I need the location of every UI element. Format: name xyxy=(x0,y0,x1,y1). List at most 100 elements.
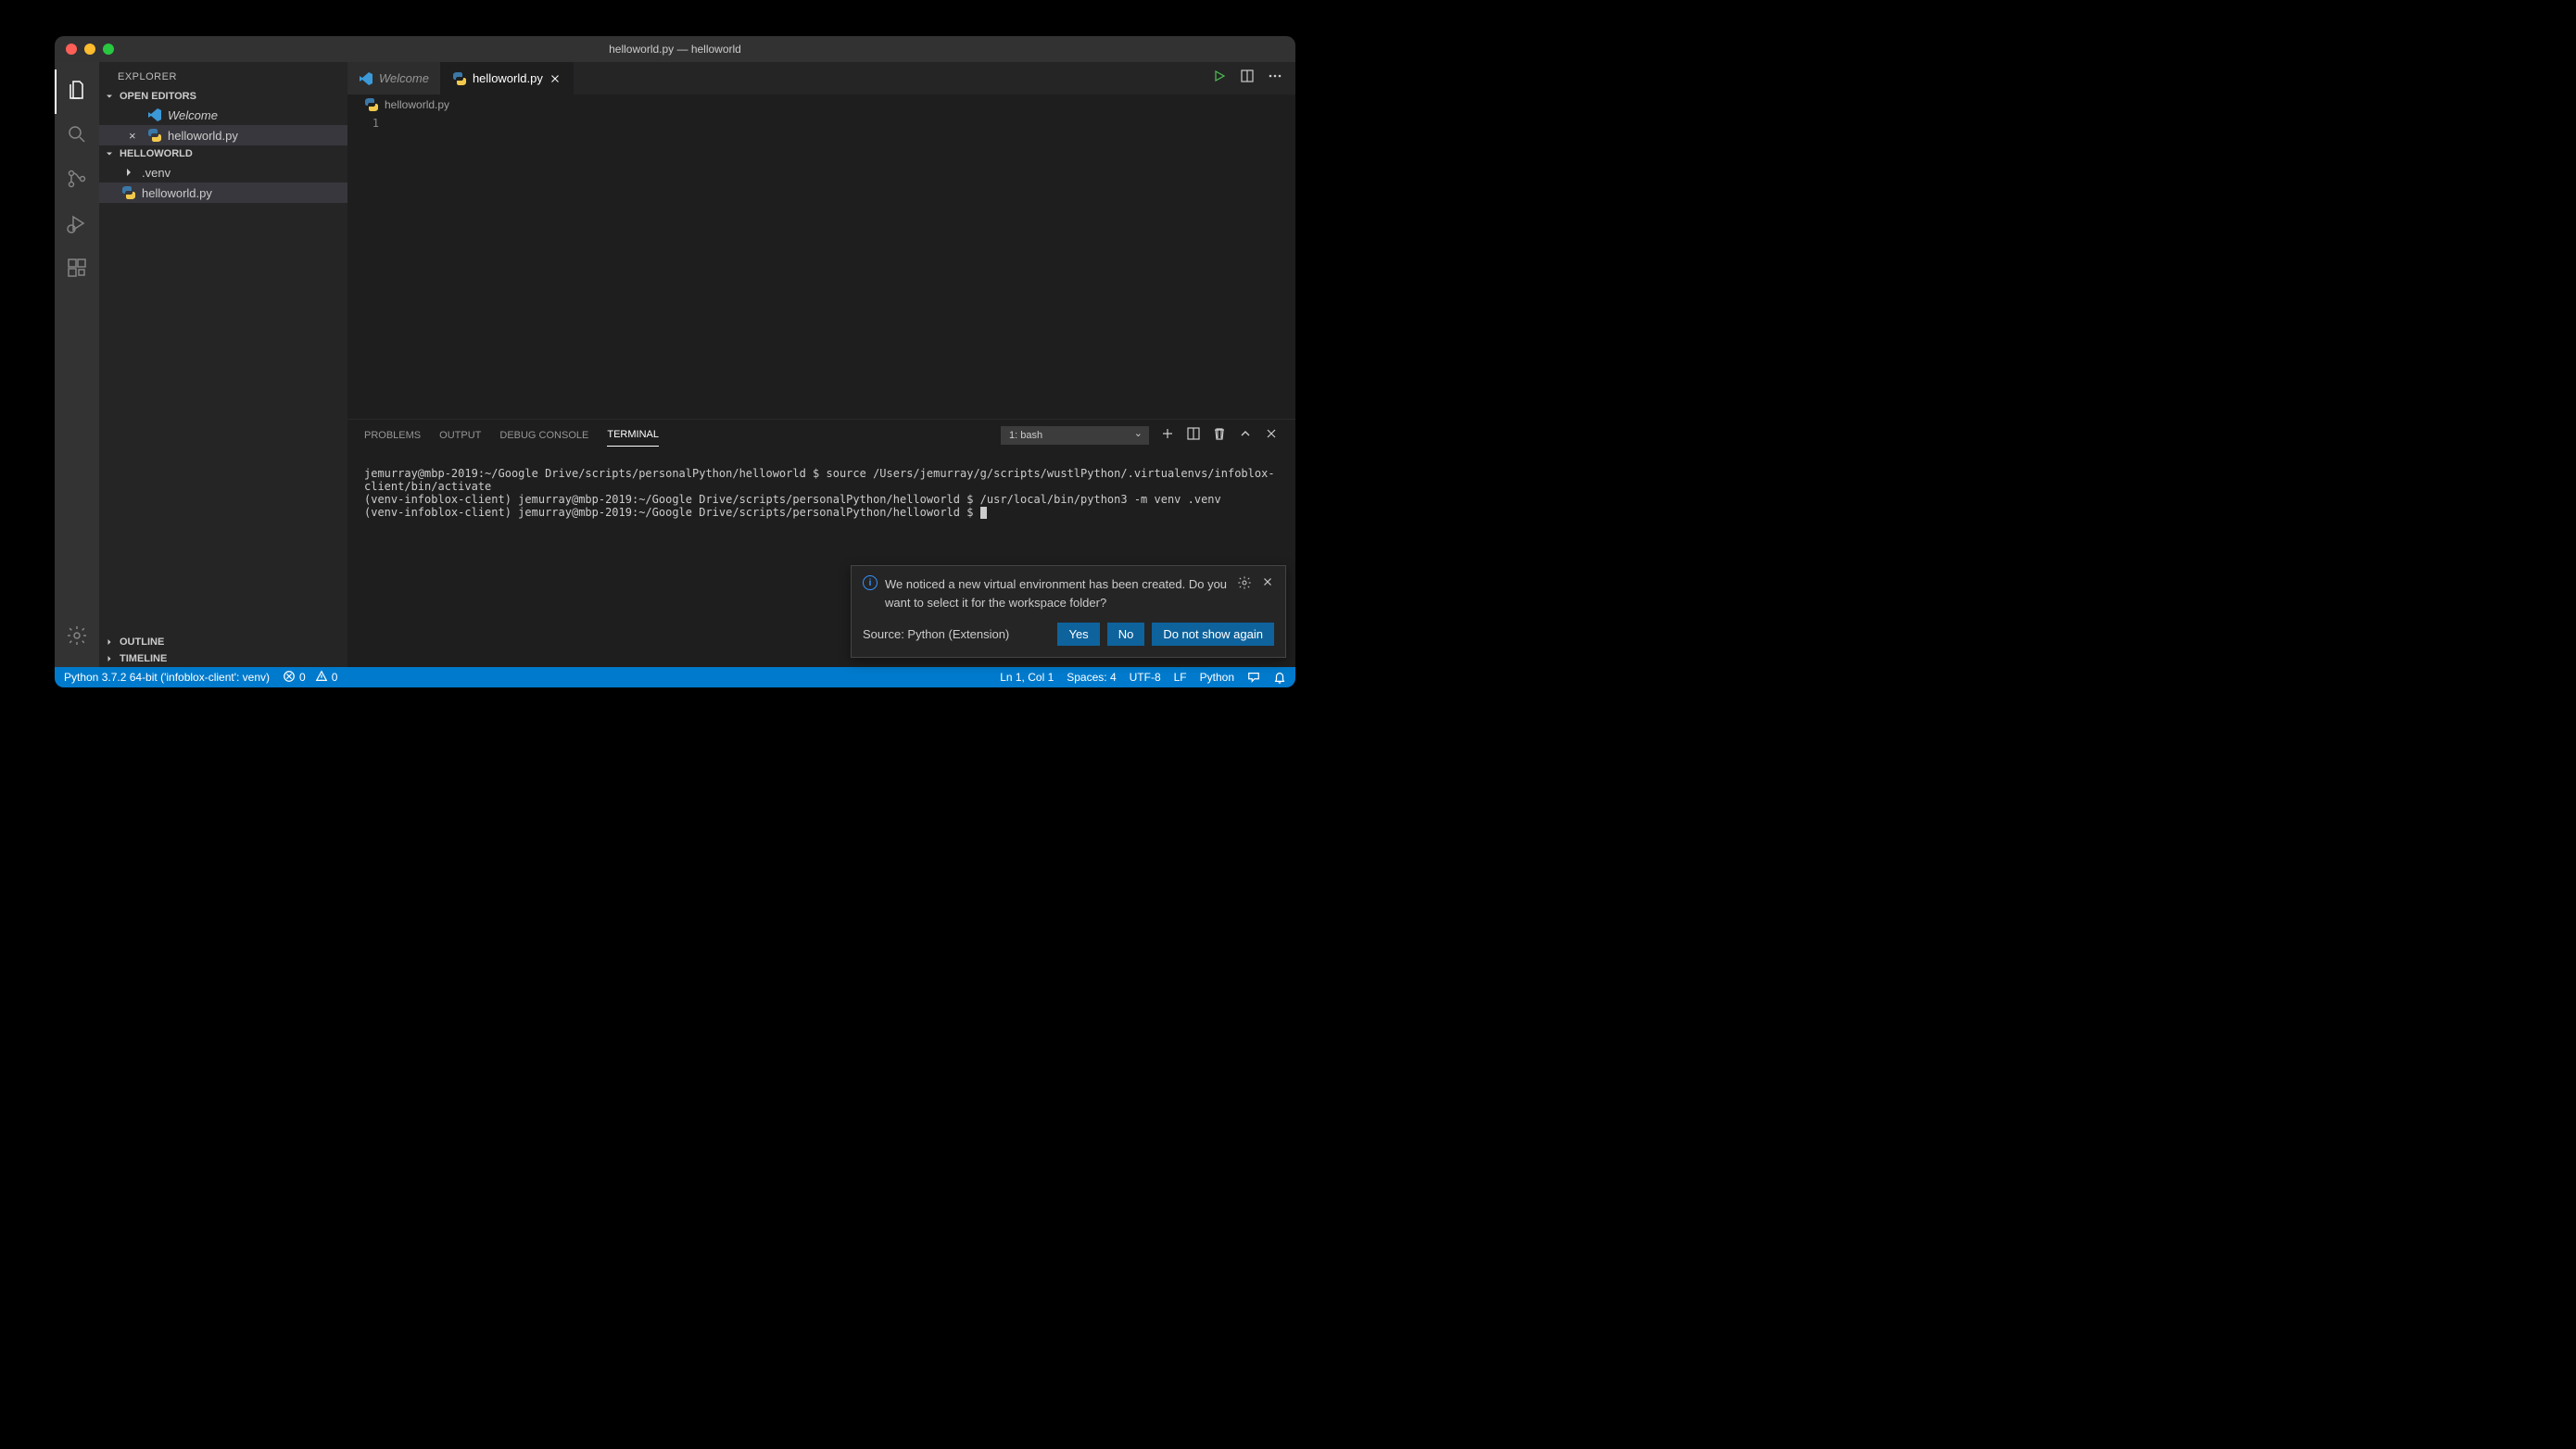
notification-no-button[interactable]: No xyxy=(1107,623,1145,646)
terminal-line: (venv-infoblox-client) jemurray@mbp-2019… xyxy=(364,493,1221,506)
terminal-select-label: 1: bash xyxy=(1009,430,1042,441)
terminal-cursor xyxy=(980,507,987,519)
run-button[interactable] xyxy=(1212,69,1227,88)
panel-tab-debug-console[interactable]: DEBUG CONSOLE xyxy=(499,424,588,447)
activity-debug[interactable] xyxy=(55,203,99,247)
info-icon: i xyxy=(863,575,878,590)
titlebar: helloworld.py — helloworld xyxy=(55,36,1295,62)
extensions-icon xyxy=(66,257,88,284)
new-terminal-button[interactable] xyxy=(1160,426,1175,444)
panel-tab-problems[interactable]: PROBLEMS xyxy=(364,424,421,447)
chevron-right-icon xyxy=(103,653,116,664)
breadcrumb-file: helloworld.py xyxy=(385,98,449,111)
file-label: helloworld.py xyxy=(142,186,212,200)
tab-helloworld[interactable]: helloworld.py xyxy=(441,62,574,94)
folder-label: .venv xyxy=(142,166,170,180)
chevron-down-icon xyxy=(103,91,116,102)
status-indentation[interactable]: Spaces: 4 xyxy=(1067,671,1116,684)
activity-explorer[interactable] xyxy=(55,69,99,114)
workspace-label: HELLOWORLD xyxy=(120,148,193,159)
editor-tabs: Welcome helloworld.py xyxy=(347,62,1295,94)
status-feedback-button[interactable] xyxy=(1247,671,1260,684)
status-python-interpreter[interactable]: Python 3.7.2 64-bit ('infoblox-client': … xyxy=(64,671,270,684)
notification-close-button[interactable] xyxy=(1261,575,1274,593)
error-count: 0 xyxy=(299,671,306,684)
activity-scm[interactable] xyxy=(55,158,99,203)
explorer-sidebar: EXPLORER OPEN EDITORS × Welcome × hel xyxy=(99,62,347,667)
terminal-select[interactable]: 1: bash xyxy=(1001,426,1149,445)
python-file-icon xyxy=(147,128,162,143)
panel-tab-terminal[interactable]: TERMINAL xyxy=(607,423,659,447)
gear-icon xyxy=(66,624,88,651)
status-eol[interactable]: LF xyxy=(1174,671,1187,684)
status-bar: Python 3.7.2 64-bit ('infoblox-client': … xyxy=(55,667,1295,687)
code-editor[interactable]: 1 xyxy=(347,115,1295,419)
chevron-right-icon xyxy=(103,636,116,648)
python-file-icon xyxy=(121,185,136,200)
outline-label: OUTLINE xyxy=(120,636,164,648)
close-icon[interactable]: × xyxy=(129,129,142,143)
tab-label: Welcome xyxy=(379,71,429,85)
notification-message: We noticed a new virtual environment has… xyxy=(885,575,1230,611)
split-editor-button[interactable] xyxy=(1240,69,1255,88)
more-actions-button[interactable] xyxy=(1268,69,1282,88)
status-problems[interactable]: 0 0 xyxy=(283,670,337,686)
panel-actions: 1: bash xyxy=(1001,426,1279,445)
activity-search[interactable] xyxy=(55,114,99,158)
status-language[interactable]: Python xyxy=(1200,671,1234,684)
notification-yes-button[interactable]: Yes xyxy=(1057,623,1099,646)
error-icon xyxy=(283,670,296,686)
tab-welcome[interactable]: Welcome xyxy=(347,62,441,94)
open-editors-label: OPEN EDITORS xyxy=(120,91,196,102)
line-number: 1 xyxy=(347,117,379,130)
traffic-lights xyxy=(55,44,114,55)
sidebar-title: EXPLORER xyxy=(99,62,347,88)
close-window-button[interactable] xyxy=(66,44,77,55)
files-icon xyxy=(67,79,89,106)
notification-source: Source: Python (Extension) xyxy=(863,627,1009,641)
status-cursor-position[interactable]: Ln 1, Col 1 xyxy=(1000,671,1054,684)
timeline-label: TIMELINE xyxy=(120,653,167,664)
workspace-header[interactable]: HELLOWORLD xyxy=(99,145,347,162)
editor-item-label: Welcome xyxy=(168,108,218,122)
open-editors-header[interactable]: OPEN EDITORS xyxy=(99,88,347,105)
source-control-icon xyxy=(66,168,88,195)
zoom-window-button[interactable] xyxy=(103,44,114,55)
warning-icon xyxy=(315,670,328,686)
close-icon[interactable] xyxy=(549,72,562,85)
chevron-down-icon xyxy=(103,148,116,159)
panel-tab-output[interactable]: OUTPUT xyxy=(439,424,481,447)
open-editor-welcome[interactable]: × Welcome xyxy=(99,105,347,125)
file-helloworld[interactable]: helloworld.py xyxy=(99,183,347,203)
maximize-panel-button[interactable] xyxy=(1238,426,1253,444)
activity-extensions[interactable] xyxy=(55,247,99,292)
code-content[interactable] xyxy=(394,115,1295,419)
window-title: helloworld.py — helloworld xyxy=(55,43,1295,56)
notification-settings-button[interactable] xyxy=(1237,575,1252,593)
activity-settings[interactable] xyxy=(55,615,99,660)
vscode-icon xyxy=(147,107,162,122)
warning-count: 0 xyxy=(332,671,338,684)
status-notifications-button[interactable] xyxy=(1273,671,1286,684)
minimize-window-button[interactable] xyxy=(84,44,95,55)
vscode-window: helloworld.py — helloworld xyxy=(55,36,1295,687)
terminal-line: (venv-infoblox-client) jemurray@mbp-2019… xyxy=(364,506,980,519)
search-icon xyxy=(66,123,88,150)
open-editor-helloworld[interactable]: × helloworld.py xyxy=(99,125,347,145)
tab-label: helloworld.py xyxy=(473,71,543,85)
close-panel-button[interactable] xyxy=(1264,426,1279,444)
folder-venv[interactable]: .venv xyxy=(99,162,347,183)
debug-icon xyxy=(66,212,88,239)
status-encoding[interactable]: UTF-8 xyxy=(1130,671,1161,684)
breadcrumbs[interactable]: helloworld.py xyxy=(347,94,1295,115)
outline-header[interactable]: OUTLINE xyxy=(99,634,347,650)
notification-never-button[interactable]: Do not show again xyxy=(1152,623,1274,646)
split-terminal-button[interactable] xyxy=(1186,426,1201,444)
python-file-icon xyxy=(452,71,467,86)
kill-terminal-button[interactable] xyxy=(1212,426,1227,444)
editor-item-label: helloworld.py xyxy=(168,129,238,143)
python-file-icon xyxy=(364,97,379,112)
editor-actions xyxy=(1212,62,1295,94)
timeline-header[interactable]: TIMELINE xyxy=(99,650,347,667)
line-gutter: 1 xyxy=(347,115,394,419)
